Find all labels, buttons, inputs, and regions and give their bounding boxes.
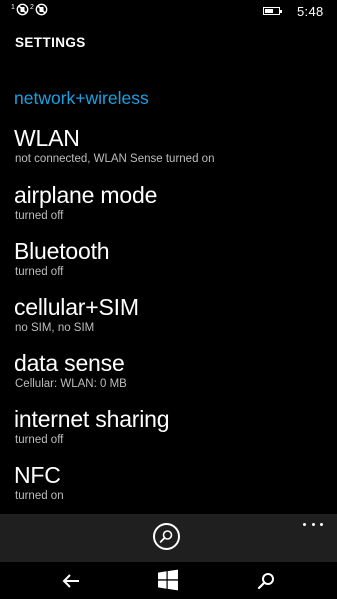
settings-item-title: airplane mode (14, 182, 158, 208)
page-title: SETTINGS (15, 35, 86, 50)
settings-item-subtitle: not connected, WLAN Sense turned on (15, 153, 215, 165)
battery-icon (263, 7, 282, 15)
dot (320, 522, 323, 526)
settings-item-wlan[interactable]: WLAN not connected, WLAN Sense turned on (14, 124, 324, 166)
no-sim-icon (35, 3, 48, 16)
sim1-no-signal-indicator: 1 (11, 3, 29, 18)
back-button[interactable] (60, 570, 84, 592)
settings-item-nfc[interactable]: NFC turned on (14, 461, 324, 503)
sim2-label: 2 (30, 4, 34, 11)
dot (303, 522, 306, 526)
settings-item-subtitle: no SIM, no SIM (15, 322, 95, 334)
windows-logo-icon (158, 569, 178, 591)
app-bar (0, 514, 337, 562)
settings-item-title: WLAN (14, 125, 80, 151)
nav-search-button[interactable] (254, 570, 278, 592)
dot (311, 522, 315, 526)
pivot-header-network-wireless[interactable]: network+wireless (14, 87, 149, 109)
more-dots-icon[interactable] (303, 520, 323, 528)
appbar-search-button[interactable] (153, 523, 180, 550)
settings-item-title: Bluetooth (14, 238, 110, 264)
battery-level-fill (265, 9, 273, 13)
navigation-bar (0, 562, 337, 599)
settings-item-cellular-sim[interactable]: cellular+SIM no SIM, no SIM (14, 293, 324, 335)
sim2-no-signal-indicator: 2 (30, 3, 48, 18)
clock: 5:48 (297, 4, 324, 19)
sim1-label: 1 (11, 4, 15, 11)
settings-item-subtitle: Cellular: WLAN: 0 MB (15, 378, 127, 390)
settings-item-title: data sense (14, 350, 125, 376)
search-icon (257, 573, 274, 590)
settings-item-internet-sharing[interactable]: internet sharing turned off (14, 405, 324, 447)
settings-item-bluetooth[interactable]: Bluetooth turned off (14, 237, 324, 279)
search-icon (159, 530, 173, 543)
settings-item-subtitle: turned on (15, 490, 64, 502)
settings-item-title: NFC (14, 462, 61, 488)
settings-item-subtitle: turned off (15, 210, 64, 222)
start-button[interactable] (157, 569, 181, 591)
status-bar[interactable]: 1 2 5:48 (0, 0, 337, 24)
settings-item-title: cellular+SIM (14, 294, 139, 320)
settings-item-title: internet sharing (14, 406, 170, 432)
settings-item-data-sense[interactable]: data sense Cellular: WLAN: 0 MB (14, 349, 324, 391)
back-arrow-icon (62, 574, 79, 588)
settings-item-airplane-mode[interactable]: airplane mode turned off (14, 181, 324, 223)
settings-item-subtitle: turned off (15, 434, 64, 446)
settings-item-subtitle: turned off (15, 266, 64, 278)
no-sim-icon (16, 3, 29, 16)
battery-tip (280, 10, 282, 13)
